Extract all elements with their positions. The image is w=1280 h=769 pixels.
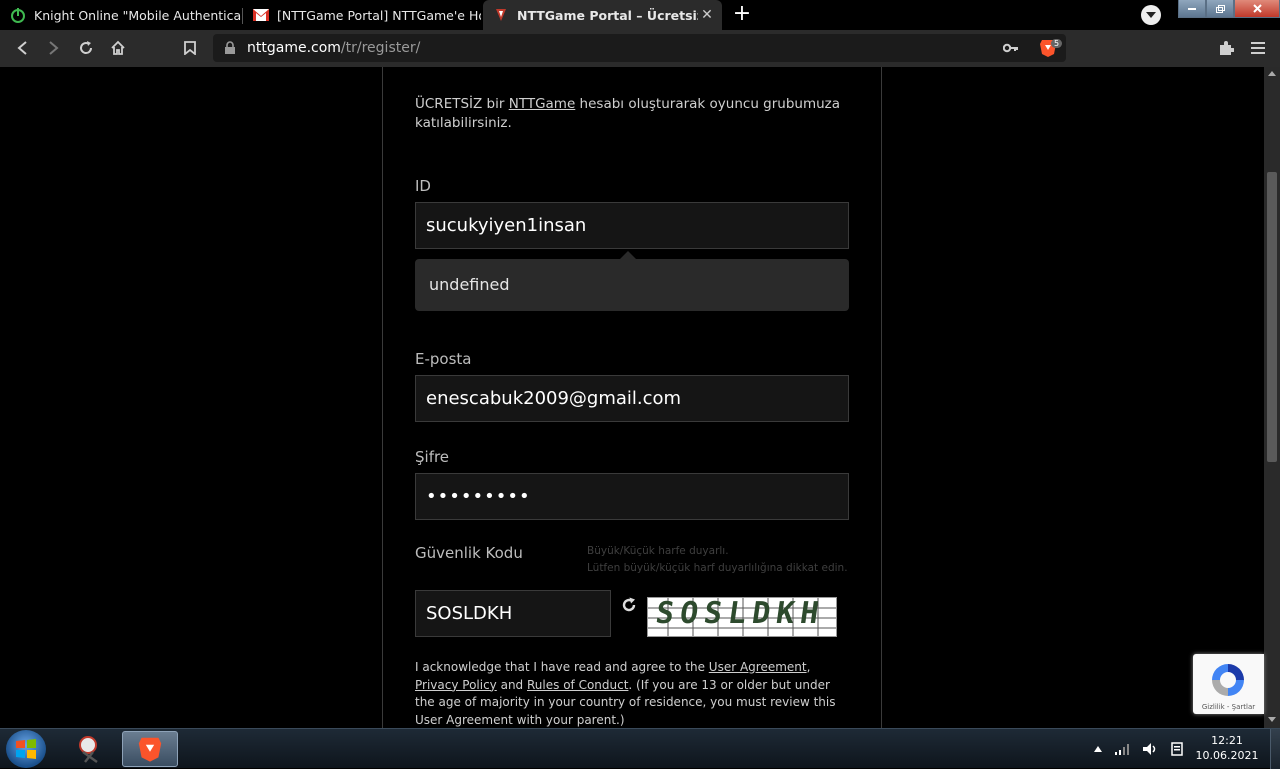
new-tab-button[interactable]: + — [732, 3, 752, 27]
menu-button[interactable] — [1248, 38, 1268, 58]
restore-icon — [1215, 4, 1225, 13]
tab-gmail[interactable]: [NTTGame Portal] NTTGame'e Hoş Ge — [243, 0, 481, 30]
password-input[interactable]: ••••••••• — [415, 473, 849, 520]
url-text: nttgame.com/tr/register/ — [247, 40, 420, 56]
reload-button[interactable] — [76, 38, 96, 58]
page-viewport: ÜCRETSİZ bir NTTGame hesabı oluşturarak … — [0, 67, 1264, 728]
captcha-hint-line-2: Lütfen büyük/küçük harf duyarlılığına di… — [587, 562, 848, 574]
home-icon — [111, 40, 125, 55]
rules-of-conduct-link[interactable]: Rules of Conduct — [527, 678, 628, 692]
lock-icon[interactable] — [223, 41, 237, 55]
id-label: ID — [415, 177, 431, 195]
shields-count-badge: 5 — [1051, 38, 1063, 48]
tab-strip: Knight Online "Mobile Authentication [NT… — [0, 0, 1280, 30]
show-desktop-button[interactable] — [1270, 729, 1280, 769]
windows-logo-icon — [16, 739, 36, 759]
email-input[interactable]: enescabuk2009@gmail.com — [415, 375, 849, 422]
hamburger-icon — [1251, 42, 1265, 54]
clock-time: 12:21 — [1211, 734, 1243, 747]
scroll-thumb[interactable] — [1267, 172, 1277, 462]
windows-taskbar: 12:21 10.06.2021 — [0, 728, 1280, 769]
taskbar-app-brave[interactable] — [122, 731, 178, 767]
nttgame-link[interactable]: NTTGame — [509, 96, 576, 112]
legal-part: I acknowledge that I have read and agree… — [415, 660, 709, 674]
legal-part: and — [496, 677, 527, 692]
back-arrow-icon — [17, 41, 27, 55]
taskbar-app-snipping[interactable] — [62, 731, 118, 767]
captcha-label: Güvenlik Kodu — [415, 544, 523, 562]
url-host: nttgame.com — [247, 40, 341, 56]
tab-search-button[interactable] — [1141, 5, 1161, 25]
captcha-image-text: SOSLDKH — [653, 597, 827, 631]
scroll-down-arrow-icon[interactable] — [1268, 717, 1276, 722]
captcha-hint: Büyük/Küçük harfe duyarlı. Lütfen büyük/… — [587, 543, 848, 577]
network-signal-icon[interactable] — [1114, 743, 1130, 755]
start-button[interactable] — [6, 730, 46, 768]
power-icon — [10, 7, 26, 23]
captcha-input[interactable]: SOSLDKH — [415, 590, 611, 637]
captcha-hint-line-1: Büyük/Küçük harfe duyarlı. — [587, 545, 729, 557]
extensions-button[interactable] — [1216, 38, 1236, 58]
puzzle-icon — [1220, 41, 1234, 55]
reload-icon — [80, 41, 93, 54]
nttgame-icon — [493, 7, 509, 23]
tab-title: NTTGame Portal – Ücretsiz Online — [517, 7, 698, 23]
privacy-policy-link[interactable]: Privacy Policy — [415, 678, 497, 692]
tab-knight-online[interactable]: Knight Online "Mobile Authentication — [0, 0, 241, 30]
chevron-down-icon — [1146, 12, 1156, 18]
tab-title: Knight Online "Mobile Authentication — [34, 7, 241, 23]
user-agreement-link[interactable]: User Agreement — [709, 660, 807, 674]
home-button[interactable] — [108, 38, 128, 58]
back-button[interactable] — [12, 38, 32, 58]
snipping-tool-icon — [79, 736, 98, 763]
email-label: E-posta — [415, 350, 472, 368]
register-panel: ÜCRETSİZ bir NTTGame hesabı oluşturarak … — [382, 67, 882, 728]
password-label: Şifre — [415, 448, 450, 466]
recaptcha-badge[interactable]: Gizlilik - Şartlar — [1193, 654, 1264, 714]
volume-icon[interactable] — [1142, 742, 1158, 756]
clock-date: 10.06.2021 — [1195, 749, 1259, 762]
refresh-icon — [622, 597, 636, 612]
system-tray — [1094, 729, 1184, 769]
refresh-captcha-button[interactable] — [621, 597, 639, 615]
validation-tooltip: undefined — [415, 259, 849, 311]
forward-arrow-icon — [49, 41, 59, 55]
maximize-button[interactable] — [1206, 0, 1234, 18]
recaptcha-icon — [1212, 664, 1244, 696]
scroll-up-arrow-icon[interactable] — [1268, 71, 1276, 76]
brave-shields-button[interactable]: 5 — [1039, 38, 1063, 58]
legal-part: , — [806, 660, 811, 674]
close-icon — [1252, 4, 1262, 13]
id-input[interactable]: sucukyiyen1insan — [415, 202, 849, 249]
action-center-icon[interactable] — [1170, 742, 1184, 756]
captcha-image: SOSLDKH — [647, 597, 837, 637]
minimize-button[interactable] — [1178, 0, 1206, 18]
tray-expand-icon[interactable] — [1094, 746, 1102, 752]
legal-text: I acknowledge that I have read and agree… — [415, 659, 851, 728]
address-bar[interactable]: nttgame.com/tr/register/ 5 — [213, 34, 1066, 62]
recaptcha-footer[interactable]: Gizlilik - Şartlar — [1193, 703, 1264, 711]
minimize-icon — [1188, 8, 1196, 10]
forward-button[interactable] — [44, 38, 64, 58]
taskbar-clock[interactable]: 12:21 10.06.2021 — [1192, 733, 1262, 763]
close-tab-icon[interactable]: ✕ — [698, 7, 716, 23]
brave-lion-icon — [138, 737, 162, 762]
bookmark-button[interactable] — [180, 38, 200, 58]
close-window-button[interactable] — [1234, 0, 1280, 18]
key-icon[interactable] — [1003, 41, 1019, 55]
browser-toolbar: nttgame.com/tr/register/ 5 — [0, 30, 1280, 67]
window-controls — [1178, 0, 1280, 18]
page-scrollbar[interactable] — [1264, 67, 1280, 728]
intro-text: ÜCRETSİZ bir NTTGame hesabı oluşturarak … — [415, 95, 855, 133]
tab-title: [NTTGame Portal] NTTGame'e Hoş Ge — [277, 7, 481, 23]
tab-nttgame-portal[interactable]: NTTGame Portal – Ücretsiz Online ✕ — [483, 0, 722, 30]
bookmark-icon — [184, 41, 196, 55]
intro-prefix: ÜCRETSİZ bir — [415, 96, 509, 112]
gmail-icon — [253, 7, 269, 23]
url-path: /tr/register/ — [340, 40, 421, 56]
